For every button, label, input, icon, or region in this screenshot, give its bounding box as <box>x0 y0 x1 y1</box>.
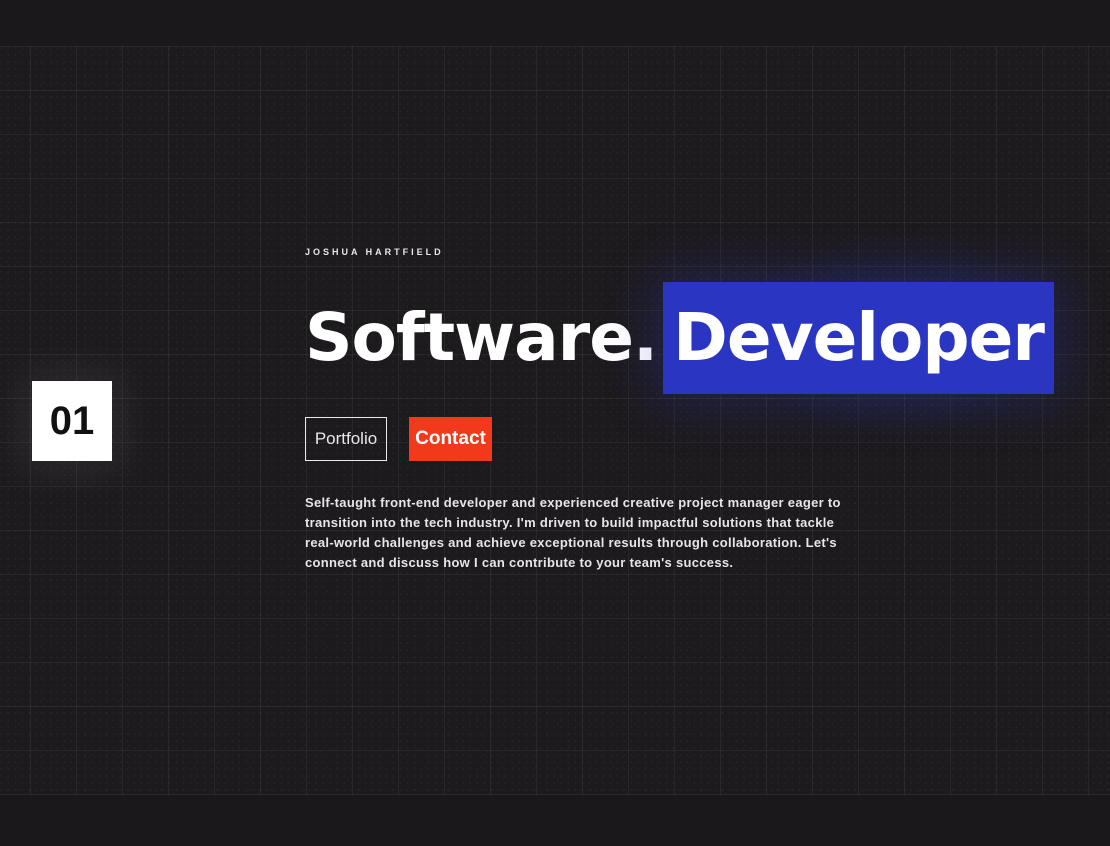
headline-highlight: Developer <box>663 282 1054 394</box>
hero-buttons: Portfolio Contact <box>305 417 492 461</box>
bio-text: Self-taught front-end developer and expe… <box>305 495 841 570</box>
headline: Software. Developer <box>305 282 1054 394</box>
author-name: JOSHUA HARTFIELD <box>305 247 444 257</box>
portfolio-button[interactable]: Portfolio <box>305 417 387 461</box>
top-bar <box>0 0 1110 46</box>
contact-button[interactable]: Contact <box>409 417 492 461</box>
section-number-badge: 01 <box>32 381 112 461</box>
hero-section: 01 JOSHUA HARTFIELD Software. Developer … <box>0 46 1110 795</box>
bottom-bar <box>0 795 1110 846</box>
headline-word: Software. <box>305 299 658 376</box>
